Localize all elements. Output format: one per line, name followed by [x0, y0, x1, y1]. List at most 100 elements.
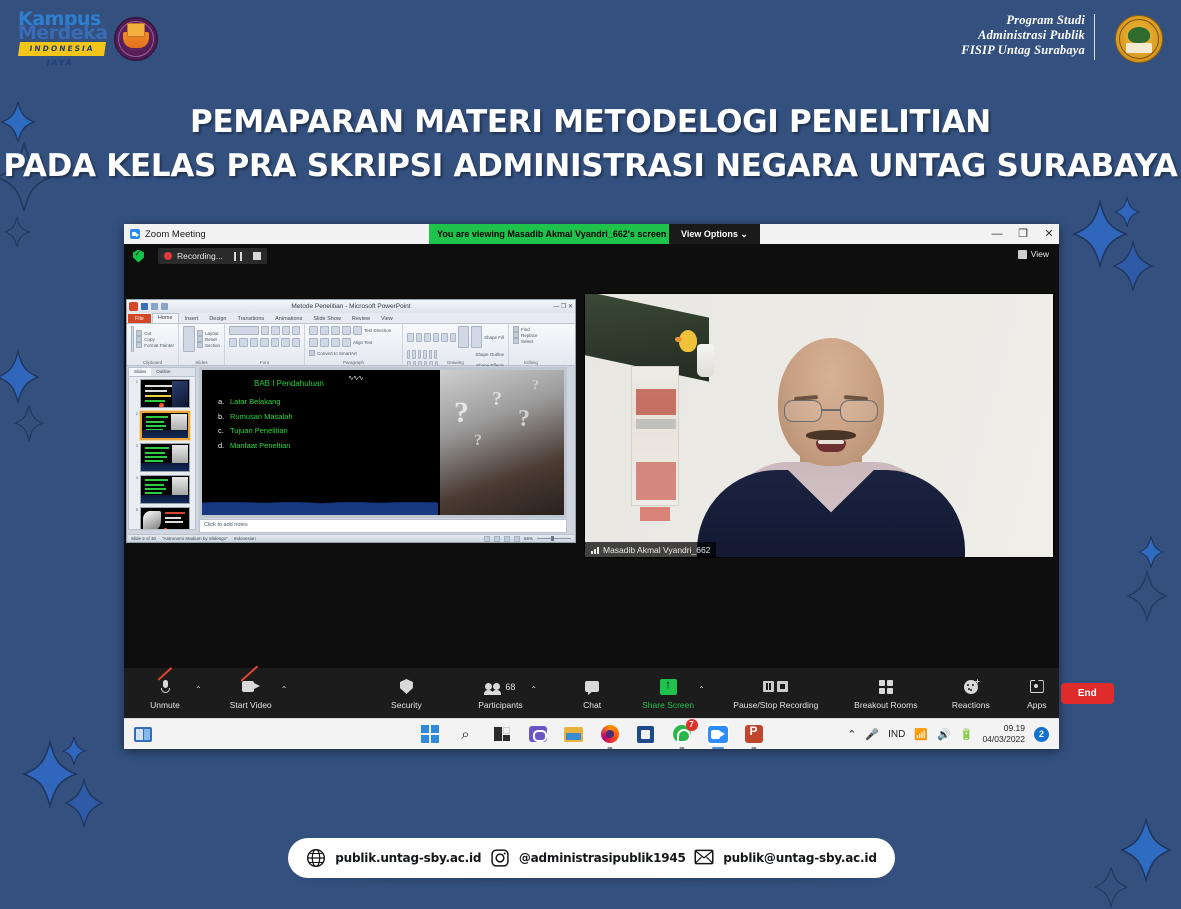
stop-recording-icon[interactable]: [252, 252, 261, 260]
language-indicator[interactable]: IND: [888, 729, 905, 740]
ribbon-tab-insert[interactable]: Insert: [180, 315, 204, 324]
active-speaker-video-tile[interactable]: Masadib Akmal Vyandri_662: [584, 293, 1054, 558]
end-meeting-button[interactable]: End: [1060, 682, 1114, 704]
ribbon-group-font-label: Font: [259, 360, 269, 365]
start-icon[interactable]: [419, 723, 441, 745]
participants-options-caret-icon[interactable]: ⌃: [530, 685, 537, 694]
file-explorer-icon[interactable]: [563, 723, 585, 745]
person-head: [778, 338, 884, 466]
audio-options-caret-icon[interactable]: ⌃: [195, 685, 202, 694]
thumbnail-number: 3: [135, 443, 138, 448]
ribbon-tab-transitions[interactable]: Transitions: [232, 315, 269, 324]
footer-website-item[interactable]: publik.untag-sby.ac.id: [306, 848, 482, 868]
slide-sorter-icon[interactable]: [493, 535, 500, 542]
powerpoint-window-controls[interactable]: — ❐ ✕: [553, 303, 573, 310]
slide-thumbnail[interactable]: [140, 379, 190, 408]
unmute-button[interactable]: Unmute: [138, 666, 192, 710]
notification-badge[interactable]: 2: [1034, 726, 1049, 742]
security-button[interactable]: Security: [379, 677, 433, 710]
view-layout-button[interactable]: View: [1017, 249, 1049, 259]
unmute-control-group[interactable]: Unmute ⌃: [138, 666, 202, 710]
pause-stop-recording-button[interactable]: Pause/Stop Recording: [721, 677, 831, 710]
video-options-caret-icon[interactable]: ⌃: [281, 685, 288, 694]
paste-button[interactable]: [131, 326, 135, 352]
current-slide[interactable]: ? ? ? ? ? BAB I Pendahuluan ∿∿∿ a. Latar…: [202, 370, 564, 515]
quick-styles-button[interactable]: [471, 326, 482, 348]
ribbon-tab-design[interactable]: Design: [204, 315, 231, 324]
pause-recording-icon[interactable]: [233, 251, 242, 261]
zoom-icon[interactable]: [706, 723, 729, 745]
task-view-icon[interactable]: [134, 726, 152, 742]
firefox-icon[interactable]: [599, 723, 621, 745]
chat-button[interactable]: Chat: [565, 677, 619, 710]
footer-instagram-item[interactable]: @administrasipublik1945: [490, 848, 686, 868]
share-screen-label: Share Screen: [642, 699, 695, 710]
share-options-caret-icon[interactable]: ⌃: [698, 685, 705, 694]
slide-thumbnail-selected[interactable]: [140, 411, 190, 440]
volume-icon[interactable]: 🔊: [937, 728, 951, 741]
thumbnail-list: 1 2 3 4 5: [129, 377, 195, 529]
panel-tab-outline[interactable]: Outline: [151, 368, 175, 376]
whatsapp-icon[interactable]: 7: [671, 719, 698, 745]
microphone-icon[interactable]: 🎤: [865, 728, 879, 741]
ribbon-tab-animations[interactable]: Animations: [270, 315, 307, 324]
clock[interactable]: 09.19 04/03/2022: [982, 723, 1025, 745]
zoom-slider[interactable]: [537, 536, 571, 541]
reactions-button[interactable]: + Reactions: [939, 677, 1003, 710]
encryption-shield-icon[interactable]: [133, 249, 144, 263]
select-label: Select: [521, 338, 534, 344]
view-options-button[interactable]: View Options ⌄: [669, 224, 760, 244]
reading-view-icon[interactable]: [503, 535, 510, 542]
slide-editing-area[interactable]: ? ? ? ? ? BAB I Pendahuluan ∿∿∿ a. Latar…: [199, 367, 567, 518]
apps-button[interactable]: Apps: [1013, 677, 1061, 710]
slide-bullet-item: d. Manfaat Peneltian: [218, 441, 293, 450]
tray-chevron-icon[interactable]: ⌃: [847, 728, 856, 741]
thumbnail-item[interactable]: 3: [134, 443, 193, 472]
close-button[interactable]: ✕: [1043, 224, 1055, 244]
start-video-control-group[interactable]: Start Video ⌃: [224, 665, 288, 710]
new-slide-button[interactable]: [183, 326, 195, 352]
share-screen-control-group[interactable]: Share Screen ⌃: [641, 677, 705, 710]
thumbnail-item[interactable]: 2: [134, 411, 193, 440]
ribbon-tab-file[interactable]: File: [128, 314, 151, 323]
ribbon-tab-review[interactable]: Review: [347, 315, 375, 324]
format-painter-label: Format Painter: [144, 342, 174, 348]
share-screen-button[interactable]: Share Screen: [641, 677, 695, 710]
minimize-button[interactable]: —: [991, 224, 1003, 244]
slideshow-view-icon[interactable]: [513, 535, 520, 542]
thumbnail-item[interactable]: 4: [134, 475, 193, 504]
arrange-button[interactable]: [458, 326, 469, 348]
recording-label: Recording...: [177, 251, 223, 261]
participants-control-group[interactable]: 68 Participants ⌃: [473, 677, 537, 710]
normal-view-icon[interactable]: [483, 535, 490, 542]
breakout-rooms-button[interactable]: Breakout Rooms: [843, 677, 929, 710]
thumbnail-item[interactable]: 5: [134, 507, 193, 529]
question-mark-graphic: ?: [492, 388, 502, 410]
thumbnail-item[interactable]: 1: [134, 379, 193, 408]
ribbon-tab-home[interactable]: Home: [151, 312, 179, 323]
start-video-button[interactable]: Start Video: [224, 665, 278, 710]
widgets-icon[interactable]: [491, 723, 513, 745]
slide-bullet-item: c. Tujuan Penelitian: [218, 426, 293, 435]
slide-notes-field[interactable]: Click to add notes: [199, 519, 567, 533]
bullet-marker: a.: [218, 397, 225, 406]
panel-tab-slides[interactable]: Slides: [129, 368, 152, 376]
ribbon-tab-slide-show[interactable]: Slide Show: [308, 315, 346, 324]
ribbon-tab-view[interactable]: View: [376, 315, 398, 324]
footer-email-item[interactable]: publik@untag-sby.ac.id: [694, 848, 877, 868]
powerpoint-icon[interactable]: [743, 723, 765, 745]
wifi-icon[interactable]: 📶: [914, 728, 928, 741]
participants-button[interactable]: 68 Participants: [473, 677, 527, 710]
thumbnail-number: 1: [135, 379, 138, 384]
slide-thumbnail[interactable]: [140, 475, 190, 504]
battery-icon[interactable]: 🔋: [960, 728, 974, 741]
teams-icon[interactable]: [527, 723, 549, 745]
slide-thumbnail[interactable]: [140, 507, 190, 529]
slide-bullet-item: a. Latar Belakang: [218, 397, 293, 406]
maximize-button[interactable]: ❐: [1017, 224, 1029, 244]
sparkle-decoration: [1112, 239, 1154, 293]
search-icon[interactable]: ⌕: [455, 723, 477, 745]
untag-seal-right-logo: [1115, 15, 1163, 63]
slide-thumbnail[interactable]: [140, 443, 190, 472]
microsoft-store-icon[interactable]: [635, 723, 657, 745]
